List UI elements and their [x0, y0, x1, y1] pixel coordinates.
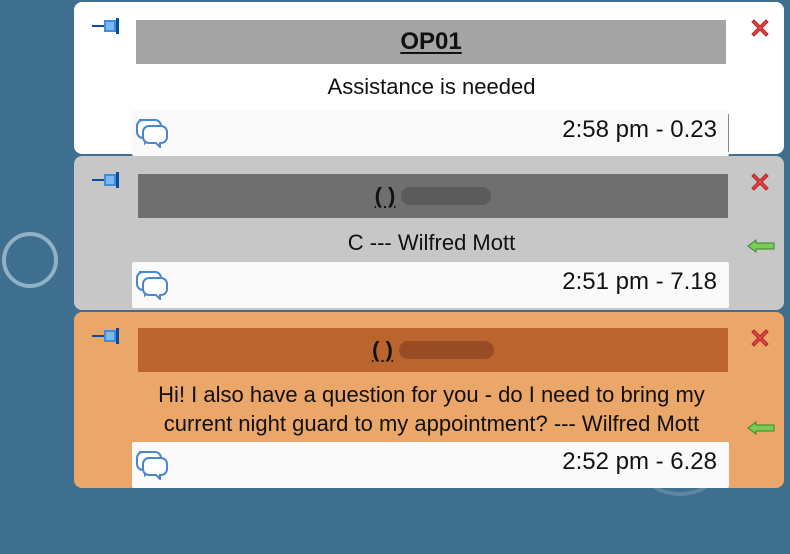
notification-title: ( ) — [374, 183, 396, 208]
notification-card: OP01 Assistance is needed 2:58 pm - 0.23 — [74, 2, 784, 156]
chat-icon[interactable] — [136, 268, 170, 300]
notification-message: Hi! I also have a question for you - do … — [158, 382, 705, 436]
redacted-title: ( ) — [372, 337, 494, 363]
notification-footer: 2:51 pm - 7.18 — [132, 262, 729, 308]
notification-footer: 2:58 pm - 0.23 — [132, 110, 729, 156]
notification-title-bar: ( ) — [138, 328, 728, 372]
pin-icon[interactable] — [92, 170, 124, 190]
notification-card: ( ) Hi! I also have a question for you -… — [74, 312, 784, 488]
notification-time: 2:52 pm - 6.28 — [562, 448, 717, 475]
arrow-left-icon[interactable] — [746, 420, 776, 436]
blurred-name — [398, 341, 494, 359]
notification-time: 2:58 pm - 0.23 — [562, 116, 717, 143]
chat-icon[interactable] — [136, 116, 170, 148]
blurred-name — [401, 187, 492, 205]
notification-title-bar: OP01 — [136, 20, 726, 64]
close-icon[interactable] — [748, 326, 772, 350]
redacted-title: ( ) — [375, 183, 492, 209]
chat-icon[interactable] — [136, 448, 170, 480]
close-icon[interactable] — [748, 16, 772, 40]
notification-title: ( ) — [372, 337, 393, 362]
notification-footer: 2:52 pm - 6.28 — [132, 442, 729, 488]
pin-icon[interactable] — [92, 326, 124, 346]
notification-card: ( ) C --- Wilfred Mott 2:51 pm - 7.18 — [74, 156, 784, 310]
notification-message: Assistance is needed — [327, 74, 536, 99]
notification-title-bar: ( ) — [138, 174, 728, 218]
notification-message: C --- Wilfred Mott — [347, 230, 516, 255]
notification-time: 2:51 pm - 7.18 — [562, 268, 717, 295]
notification-title: OP01 — [400, 28, 462, 55]
footer-divider — [728, 114, 729, 152]
background-ring — [2, 232, 58, 288]
pin-icon[interactable] — [92, 16, 124, 36]
arrow-left-icon[interactable] — [746, 238, 776, 254]
close-icon[interactable] — [748, 170, 772, 194]
